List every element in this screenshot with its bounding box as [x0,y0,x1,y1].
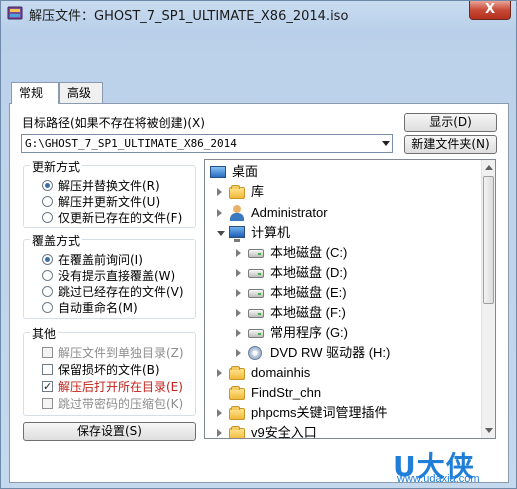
close-button[interactable]: X [469,1,511,20]
tree-node-label: FindStr_chn [251,385,322,400]
radio-indicator[interactable] [42,286,53,297]
tree-node-label: phpcms关键词管理插件 [251,405,388,420]
scroll-thumb[interactable] [483,176,494,304]
target-path-input[interactable]: G:\GHOST_7_SP1_ULTIMATE_X86_2014 [21,134,393,153]
tree-node-label: 常用程序 (G:) [270,325,348,340]
radio-indicator[interactable] [42,270,53,281]
tree-node-label: 本地磁盘 (F:) [270,305,346,320]
tab-advanced[interactable]: 高级 [59,82,103,103]
tree-node-label: 库 [251,184,265,199]
radio-label: 仅更新已存在的文件(F) [58,211,183,225]
udaxia-watermark: U大侠 www.udaxia.com [383,449,513,489]
show-button[interactable]: 显示(D) [404,113,497,132]
radio-indicator[interactable] [42,212,53,223]
drive-icon [248,269,264,278]
checkbox-indicator [42,398,53,409]
tree-node-label: 计算机 [251,225,291,240]
misc-options-group: 其他 解压文件到单独目录(Z) 保留损坏的文件(B) ✓ 解压后打开所在目录(E… [23,325,196,416]
window-title: 解压文件：GHOST_7_SP1_ULTIMATE_X86_2014.iso [29,9,349,24]
checkbox-label: 解压后打开所在目录(E) [58,380,183,394]
save-settings-button[interactable]: 保存设置(S) [23,422,196,441]
overwrite-mode-group: 覆盖方式 在覆盖前询问(I) 没有提示直接覆盖(W) 跳过已经存在的文件(V) … [23,232,196,319]
update-mode-group: 更新方式 解压并替换文件(R) 解压并更新文件(U) 仅更新已存在的文件(F) [23,158,196,228]
dvd-icon [248,346,262,360]
target-path-label: 目标路径(如果不存在将被创建)(X) [22,116,205,130]
user-icon [229,205,245,221]
radio-indicator[interactable] [42,196,53,207]
expand-arrow-icon[interactable] [217,409,222,417]
tree-node-label: DVD RW 驱动器 (H:) [270,345,391,360]
radio-label: 解压并更新文件(U) [58,195,161,209]
computer-icon [229,226,245,242]
tree-node-label: 本地磁盘 (C:) [270,245,348,260]
collapse-arrow-icon[interactable] [217,231,225,236]
checkbox-label: 保留损坏的文件(B) [58,363,160,377]
winrar-app-icon [7,6,23,20]
radio-label: 跳过已经存在的文件(V) [58,285,184,299]
folder-tree[interactable]: 桌面 库 Administrator 计算机 本地磁盘 (C:) 本地磁盘 (D… [204,159,496,439]
expand-arrow-icon[interactable] [236,329,241,337]
radio-indicator[interactable] [42,302,53,313]
extract-dialog: 解压文件：GHOST_7_SP1_ULTIMATE_X86_2014.iso X… [0,0,517,489]
checkbox-label: 跳过带密码的压缩包(K) [58,397,184,411]
radio-indicator[interactable] [42,180,53,191]
folder-icon [229,386,245,400]
tree-node-label: 本地磁盘 (E:) [270,285,347,300]
checkbox-indicator [42,347,53,358]
expand-arrow-icon[interactable] [236,309,241,317]
tree-node-label: 桌面 [232,164,259,179]
radio-label: 在覆盖前询问(I) [58,253,143,267]
radio-label: 自动重命名(M) [58,301,138,315]
update-mode-title: 更新方式 [30,158,83,175]
expand-arrow-icon[interactable] [236,349,241,357]
tree-node-label: v9安全入口 [251,425,317,439]
expand-arrow-icon[interactable] [236,269,241,277]
chevron-down-icon[interactable] [382,141,390,146]
drive-icon [248,289,264,298]
radio-label: 没有提示直接覆盖(W) [58,269,176,283]
new-folder-button[interactable]: 新建文件夹(N) [404,135,497,154]
radio-indicator[interactable] [42,254,53,265]
watermark-url: www.udaxia.com [397,473,480,485]
checkbox-indicator[interactable] [42,364,53,375]
scroll-up-icon[interactable] [485,165,493,170]
expand-arrow-icon[interactable] [236,289,241,297]
tree-scrollbar[interactable] [481,160,495,438]
folder-icon [229,406,245,420]
target-path-value: G:\GHOST_7_SP1_ULTIMATE_X86_2014 [25,137,237,150]
expand-arrow-icon[interactable] [217,188,222,196]
expand-arrow-icon[interactable] [217,429,222,437]
desktop-icon [210,166,226,178]
overwrite-mode-title: 覆盖方式 [30,232,83,249]
checkbox-indicator[interactable]: ✓ [42,381,53,392]
title-bar[interactable]: 解压文件：GHOST_7_SP1_ULTIMATE_X86_2014.iso X [1,1,516,25]
expand-arrow-icon[interactable] [236,249,241,257]
drive-icon [248,309,264,318]
expand-arrow-icon[interactable] [217,209,222,217]
drive-icon [248,329,264,338]
tree-node-label: Administrator [251,205,328,220]
library-icon [229,185,245,199]
tree-node-label: domainhis [251,365,311,380]
expand-arrow-icon[interactable] [217,369,222,377]
checkbox-label: 解压文件到单独目录(Z) [58,346,184,360]
folder-icon [229,366,245,380]
scroll-down-icon[interactable] [485,428,493,433]
tab-general[interactable]: 常规 [11,82,59,104]
radio-label: 解压并替换文件(R) [58,179,160,193]
tree-node-label: 本地磁盘 (D:) [270,265,348,280]
misc-options-title: 其他 [30,325,59,342]
drive-icon [248,249,264,258]
folder-icon [229,426,245,438]
